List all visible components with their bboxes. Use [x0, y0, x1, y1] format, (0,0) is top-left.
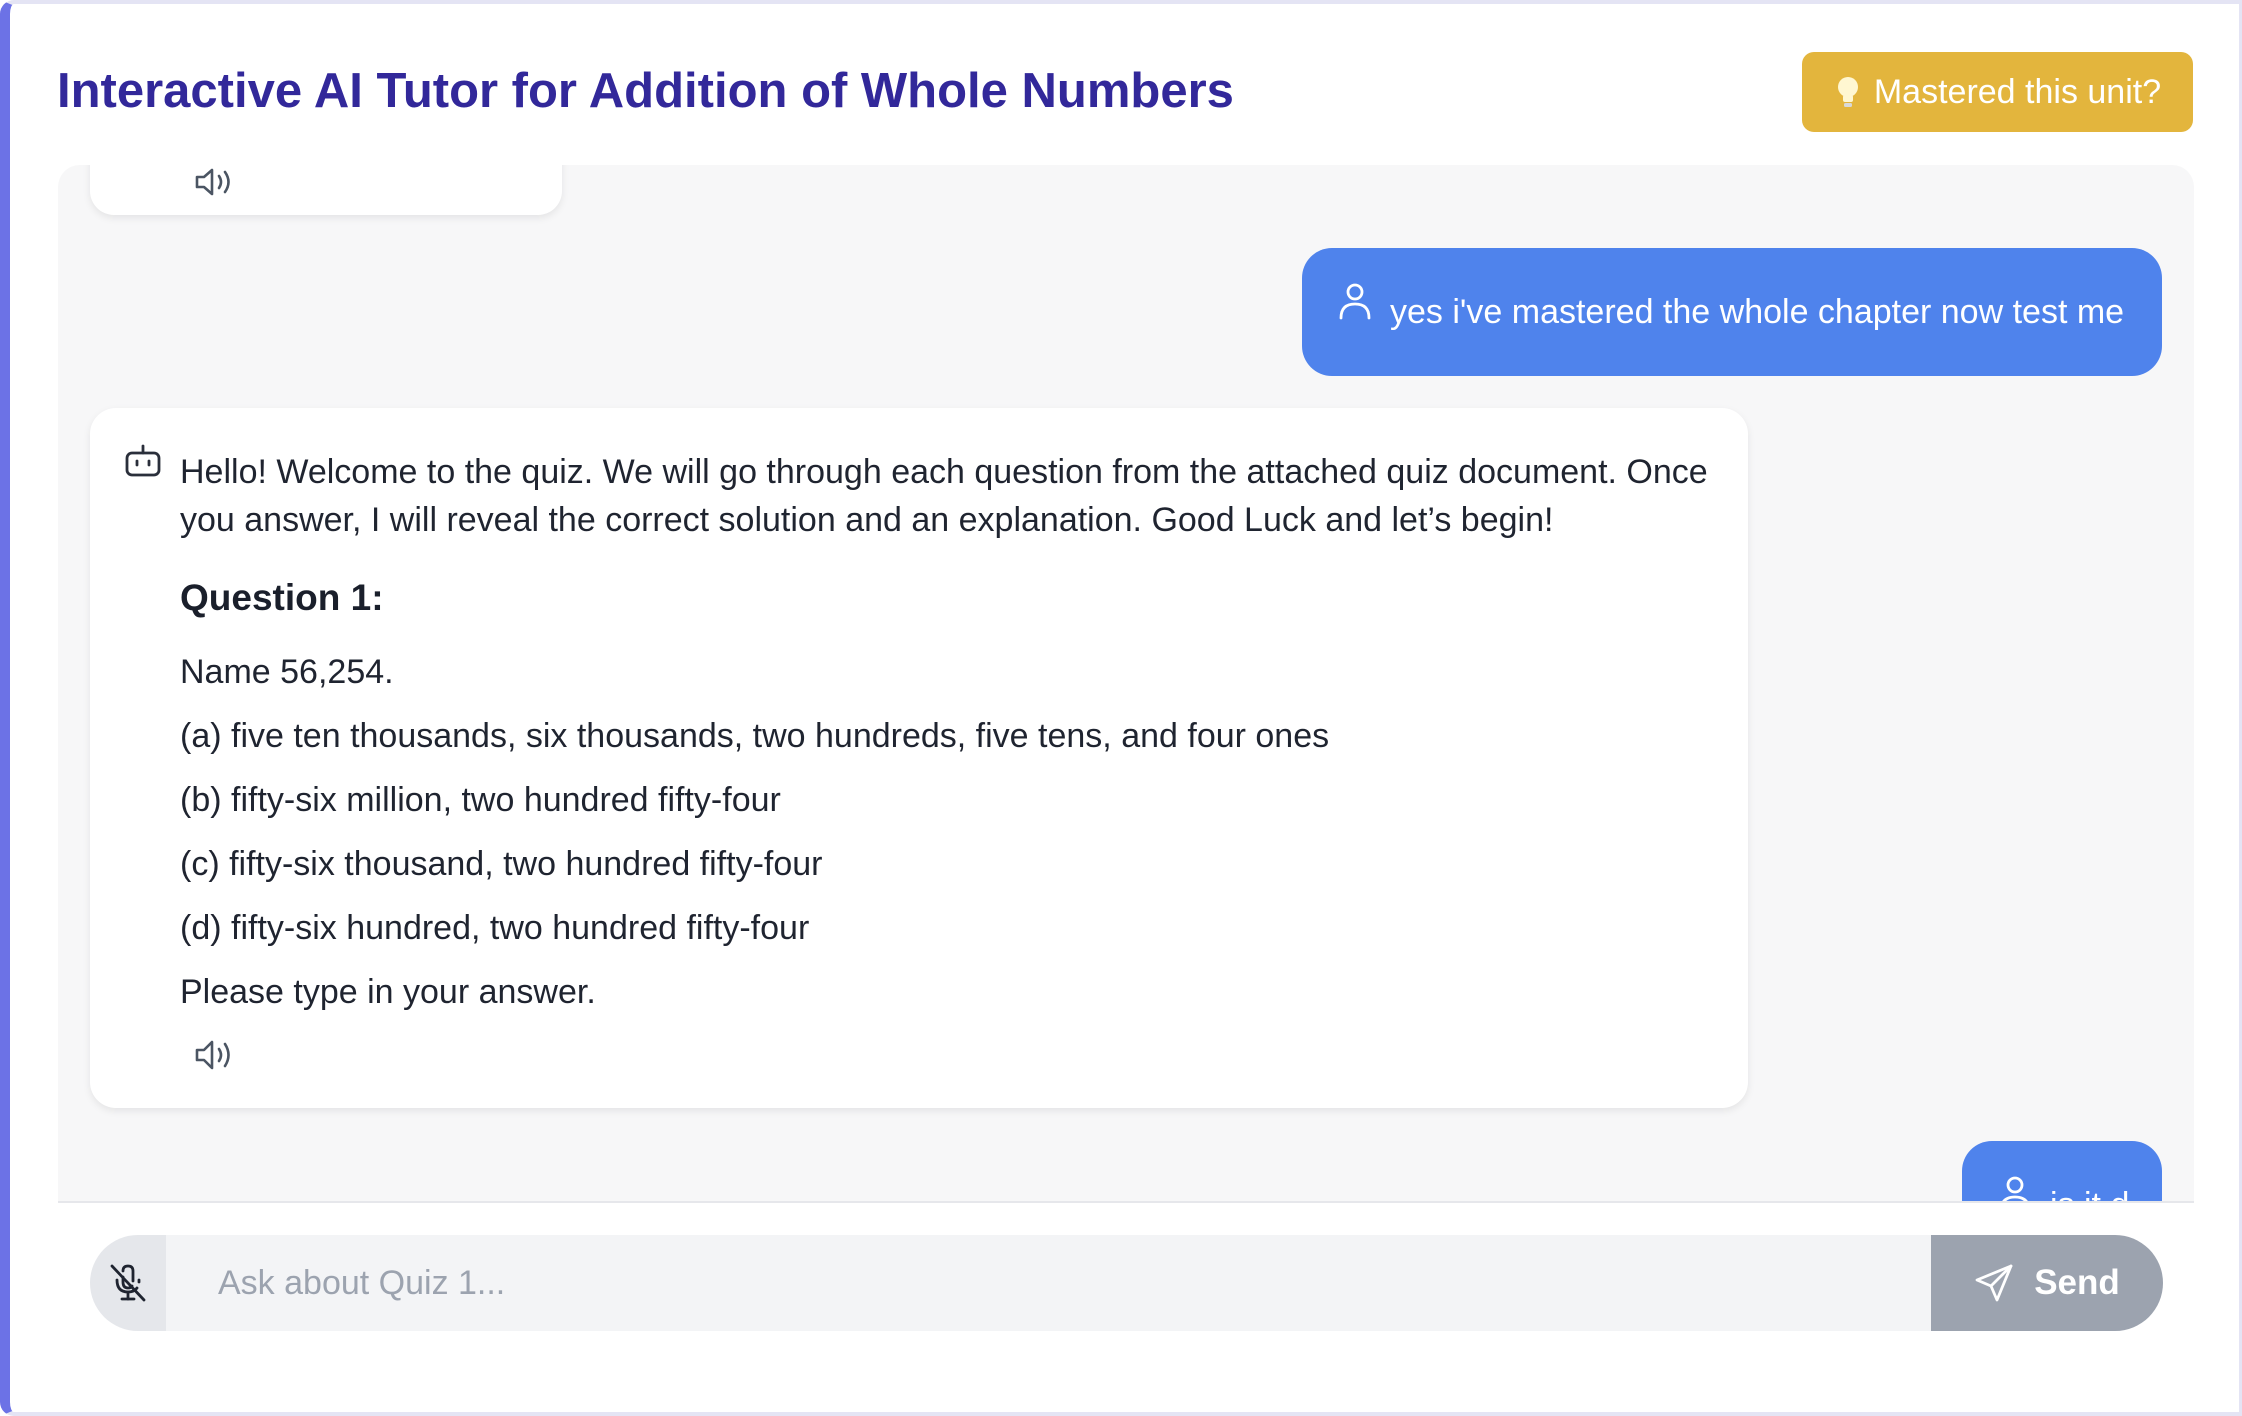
- lightbulb-icon: [1837, 77, 1858, 107]
- mastered-unit-label: Mastered this unit?: [1873, 72, 2162, 111]
- user-message: is it d: [1962, 1141, 2162, 1201]
- previous-assistant-message: [90, 165, 562, 215]
- microphone-toggle-button[interactable]: [90, 1235, 166, 1331]
- user-icon: [1339, 283, 1371, 320]
- speaker-icon[interactable]: [194, 167, 236, 197]
- chat-input[interactable]: [166, 1235, 1933, 1331]
- answer-option-a: (a) five ten thousands, six thousands, t…: [180, 717, 1330, 755]
- speaker-icon[interactable]: [194, 1038, 236, 1072]
- mic-off-icon: [110, 1264, 146, 1302]
- question-text: Name 56,254.: [180, 653, 394, 691]
- chat-transcript[interactable]: yes i've mastered the whole chapter now …: [58, 165, 2194, 1203]
- assistant-message: Hello! Welcome to the quiz. We will go t…: [90, 408, 1748, 1108]
- user-message: yes i've mastered the whole chapter now …: [1302, 248, 2162, 376]
- question-heading: Question 1:: [180, 577, 384, 618]
- send-button-label: Send: [2034, 1263, 2120, 1302]
- user-message-text: yes i've mastered the whole chapter now …: [1390, 293, 2125, 331]
- answer-prompt: Please type in your answer.: [180, 973, 596, 1011]
- quiz-intro-text: Hello! Welcome to the quiz. We will go t…: [180, 453, 1708, 539]
- bot-icon: [125, 444, 161, 477]
- user-message-text: is it d: [2050, 1185, 2129, 1201]
- send-button[interactable]: Send: [1931, 1235, 2163, 1331]
- page-title: Interactive AI Tutor for Addition of Who…: [57, 64, 1234, 118]
- user-icon: [2002, 1176, 2028, 1201]
- answer-option-d: (d) fifty-six hundred, two hundred fifty…: [180, 909, 810, 947]
- answer-option-b: (b) fifty-six million, two hundred fifty…: [180, 781, 781, 819]
- assistant-message-body: Hello! Welcome to the quiz. We will go t…: [180, 448, 1720, 1016]
- send-icon: [1975, 1264, 2013, 1302]
- mastered-unit-button[interactable]: Mastered this unit?: [1802, 52, 2193, 132]
- message-composer: Send: [88, 1235, 2163, 1331]
- answer-option-c: (c) fifty-six thousand, two hundred fift…: [180, 845, 823, 883]
